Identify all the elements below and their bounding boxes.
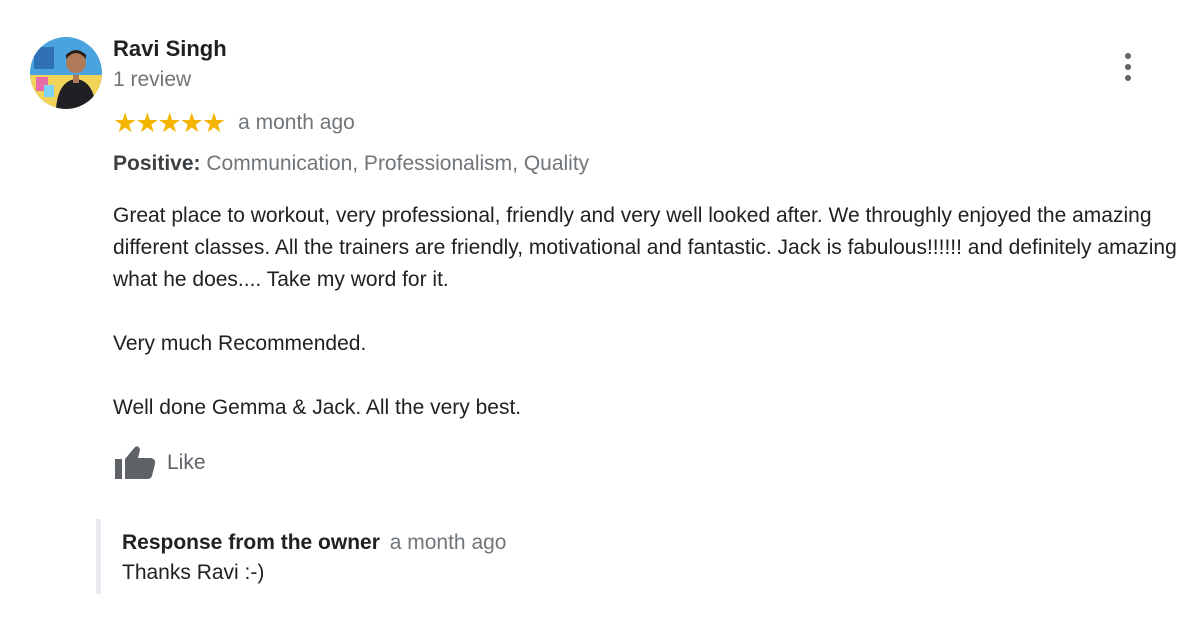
star-icon: ★	[201, 107, 226, 138]
thumbs-up-icon	[115, 446, 156, 479]
star-icon: ★	[157, 107, 181, 138]
star-rating: ★ ★ ★ ★ ★	[113, 107, 226, 138]
review-text: Great place to workout, very professiona…	[113, 200, 1183, 424]
star-icon: ★	[113, 107, 137, 138]
star-icon: ★	[179, 107, 204, 138]
review-paragraph: Great place to workout, very professiona…	[113, 204, 1177, 291]
like-label: Like	[167, 451, 206, 474]
more-options-button[interactable]	[1113, 50, 1143, 84]
owner-response: Response from the owner a month ago Than…	[96, 519, 507, 594]
more-vertical-icon	[1125, 53, 1131, 59]
reviewer-name[interactable]: Ravi Singh	[113, 36, 227, 62]
reviewer-review-count: 1 review	[113, 68, 192, 91]
avatar-photo	[30, 37, 102, 109]
like-button[interactable]: Like	[113, 443, 206, 483]
owner-response-header: Response from the owner a month ago	[122, 531, 507, 555]
owner-response-title: Response from the owner	[122, 531, 380, 554]
review-time: a month ago	[238, 111, 355, 134]
review-paragraph: Well done Gemma & Jack. All the very bes…	[113, 396, 522, 419]
owner-response-text: Thanks Ravi :-)	[122, 561, 265, 584]
reviewer-avatar[interactable]	[30, 37, 102, 109]
owner-response-time: a month ago	[389, 531, 507, 554]
positives-label: Positive:	[113, 152, 201, 175]
rating-row: ★ ★ ★ ★ ★ a month ago	[113, 108, 355, 138]
more-vertical-icon-dot	[1125, 75, 1131, 81]
review-paragraph: Very much Recommended.	[113, 332, 367, 355]
positives-list: Communication, Professionalism, Quality	[206, 152, 590, 175]
positives-summary: Positive: Communication, Professionalism…	[113, 152, 589, 176]
more-vertical-icon-dot	[1125, 64, 1131, 70]
star-icon: ★	[135, 107, 159, 138]
